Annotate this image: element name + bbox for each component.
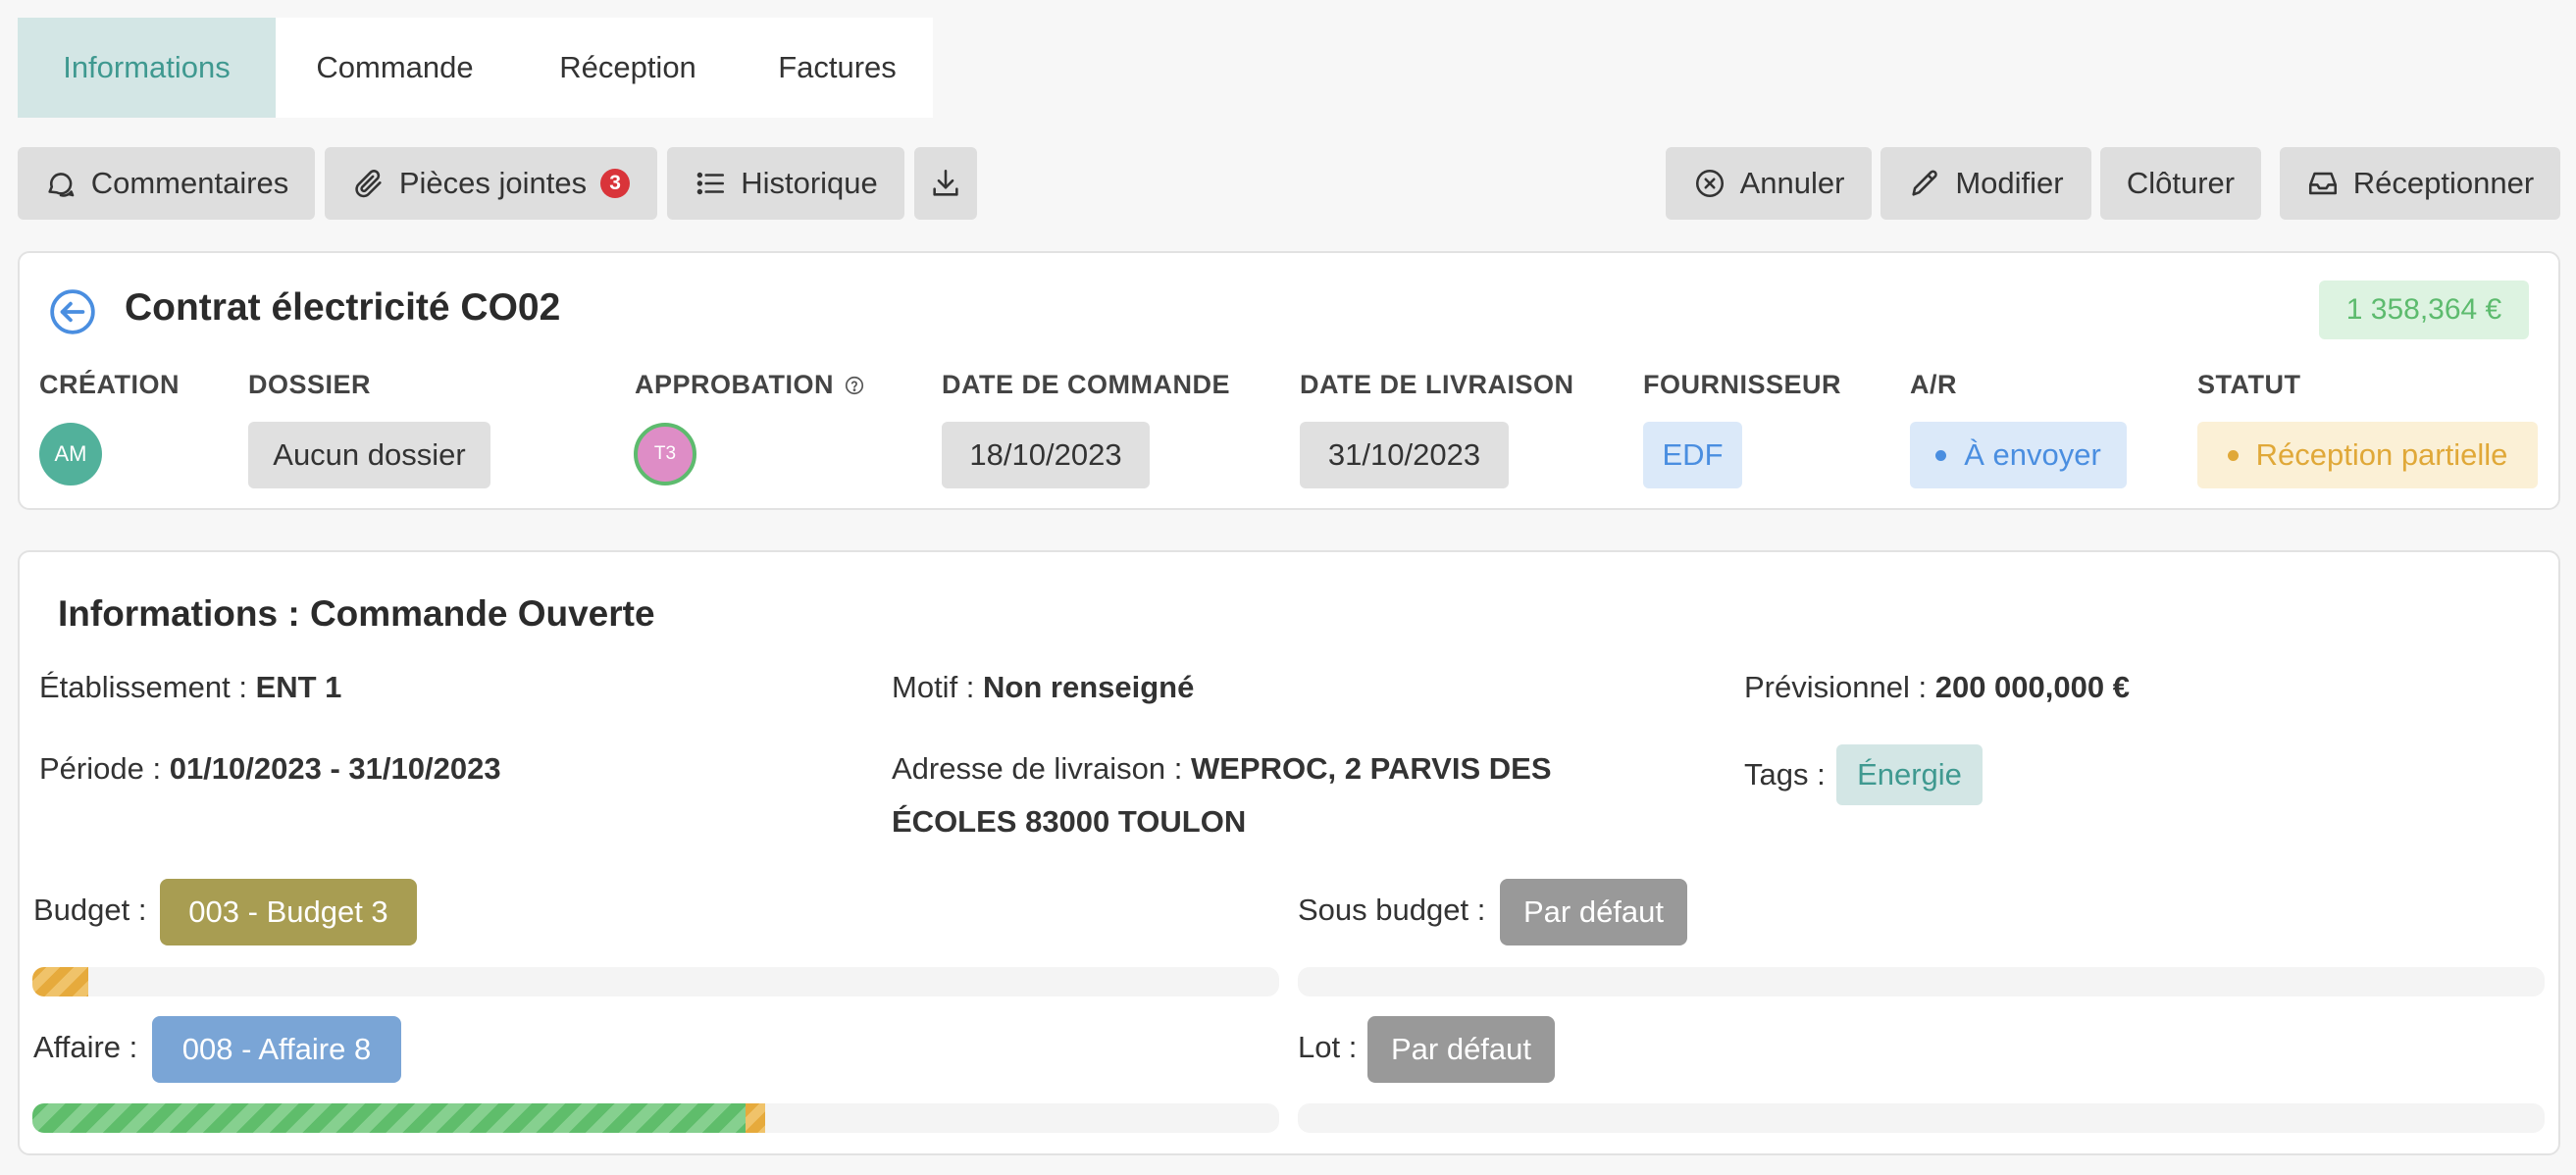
tab-bar: Informations Commande Réception Factures <box>18 18 933 118</box>
reason-label: Motif : <box>892 670 975 704</box>
affaire-progress-overrun <box>746 1103 766 1133</box>
tag-energie[interactable]: Énergie <box>1836 744 1983 805</box>
approval-label-text: APPROBATION <box>635 370 835 399</box>
delivery-address-row: Adresse de livraison : WEPROC, 2 PARVIS … <box>892 742 1676 848</box>
ar-label: A/R <box>1910 370 1957 399</box>
cancel-label: Annuler <box>1739 166 1845 200</box>
affaire-progress-bar <box>32 1103 1279 1133</box>
edit-button[interactable]: Modifier <box>1880 147 2091 220</box>
order-amount-badge: 1 358,364 € <box>2319 281 2529 339</box>
approver-avatar[interactable]: T3 <box>634 423 696 485</box>
creator-avatar[interactable]: AM <box>39 423 102 485</box>
close-order-label: Clôturer <box>2126 166 2236 200</box>
order-status-dot <box>2227 449 2239 461</box>
delivery-date-label: DATE DE LIVRAISON <box>1300 370 1574 399</box>
dossier-label: DOSSIER <box>248 370 372 399</box>
lot-label: Lot : <box>1298 1030 1358 1064</box>
dossier-value: Aucun dossier <box>248 422 490 488</box>
order-status-badge: Réception partielle <box>2197 422 2538 488</box>
affaire-label: Affaire : <box>33 1030 138 1064</box>
budget-pill[interactable]: 003 - Budget 3 <box>160 879 417 945</box>
approval-label: APPROBATION <box>635 370 865 400</box>
comments-button[interactable]: Commentaires <box>18 147 315 220</box>
forecast-label: Prévisionnel : <box>1744 670 1928 704</box>
budget-label: Budget : <box>33 893 147 927</box>
delivery-date-value: 31/10/2023 <box>1300 422 1509 488</box>
cancel-circle-icon <box>1695 169 1724 198</box>
status-label: STATUT <box>2197 370 2301 399</box>
ar-status-text: À envoyer <box>1964 437 2101 472</box>
order-status-text: Réception partielle <box>2255 437 2508 472</box>
receive-button[interactable]: Réceptionner <box>2280 147 2560 220</box>
reason-value: Non renseigné <box>983 670 1195 704</box>
sub-budget-label: Sous budget : <box>1298 893 1486 927</box>
help-circle-icon[interactable] <box>844 375 865 396</box>
budget-progress-fill <box>32 967 89 996</box>
supplier-badge[interactable]: EDF <box>1643 422 1742 488</box>
download-icon <box>933 169 958 196</box>
budget-progress-bar <box>32 967 1279 996</box>
order-date-value: 18/10/2023 <box>942 422 1150 488</box>
forecast-row: Prévisionnel : 200 000,000 € <box>1744 661 2130 714</box>
period-label: Période : <box>39 751 162 786</box>
sub-budget-pill[interactable]: Par défaut <box>1500 879 1687 945</box>
period-value: 01/10/2023 - 31/10/2023 <box>169 751 501 786</box>
receive-label: Réceptionner <box>2352 166 2535 200</box>
delivery-address-label: Adresse de livraison : <box>892 751 1183 786</box>
download-button[interactable] <box>914 147 977 220</box>
ar-status-dot <box>1935 449 1947 461</box>
order-title: Contrat électricité CO02 <box>125 286 561 329</box>
affaire-progress-fill <box>32 1103 746 1133</box>
tab-informations[interactable]: Informations <box>18 18 276 118</box>
tab-reception[interactable]: Réception <box>514 18 742 118</box>
history-button[interactable]: Historique <box>667 147 904 220</box>
attachments-label: Pièces jointes <box>398 166 588 200</box>
period-row: Période : 01/10/2023 - 31/10/2023 <box>39 742 501 795</box>
affaire-pill[interactable]: 008 - Affaire 8 <box>152 1016 401 1083</box>
establishment-row: Établissement : ENT 1 <box>39 661 341 714</box>
tags-label: Tags : <box>1744 757 1826 792</box>
lot-progress-bar <box>1298 1103 2545 1133</box>
edit-label: Modifier <box>1955 166 2064 200</box>
ar-status-badge: À envoyer <box>1910 422 2127 488</box>
supplier-label: FOURNISSEUR <box>1643 370 1842 399</box>
back-arrow-icon[interactable] <box>48 287 97 336</box>
comments-label: Commentaires <box>90 166 289 200</box>
delivery-address-line1: WEPROC, 2 PARVIS DES <box>1191 751 1552 786</box>
sub-budget-progress-bar <box>1298 967 2545 996</box>
order-date-label: DATE DE COMMANDE <box>942 370 1230 399</box>
attachments-button[interactable]: Pièces jointes 3 <box>325 147 657 220</box>
creation-label: CRÉATION <box>39 370 180 399</box>
delivery-address-line2: ÉCOLES 83000 TOULON <box>892 804 1247 839</box>
tab-commande[interactable]: Commande <box>276 18 514 118</box>
pencil-icon <box>1912 170 1938 196</box>
section-title: Informations : Commande Ouverte <box>58 593 655 634</box>
cancel-button[interactable]: Annuler <box>1666 147 1872 220</box>
tab-factures[interactable]: Factures <box>742 18 933 118</box>
inbox-icon <box>2308 172 2337 195</box>
comments-icon <box>48 173 75 197</box>
establishment-label: Établissement : <box>39 670 247 704</box>
list-icon <box>696 172 725 195</box>
reason-row: Motif : Non renseigné <box>892 661 1194 714</box>
close-order-button[interactable]: Clôturer <box>2100 147 2261 220</box>
paperclip-icon <box>355 170 382 198</box>
history-label: Historique <box>741 166 878 200</box>
establishment-value: ENT 1 <box>255 670 342 704</box>
attachments-count-badge: 3 <box>600 169 631 198</box>
lot-pill[interactable]: Par défaut <box>1367 1016 1555 1083</box>
forecast-value: 200 000,000 € <box>1934 670 2130 704</box>
